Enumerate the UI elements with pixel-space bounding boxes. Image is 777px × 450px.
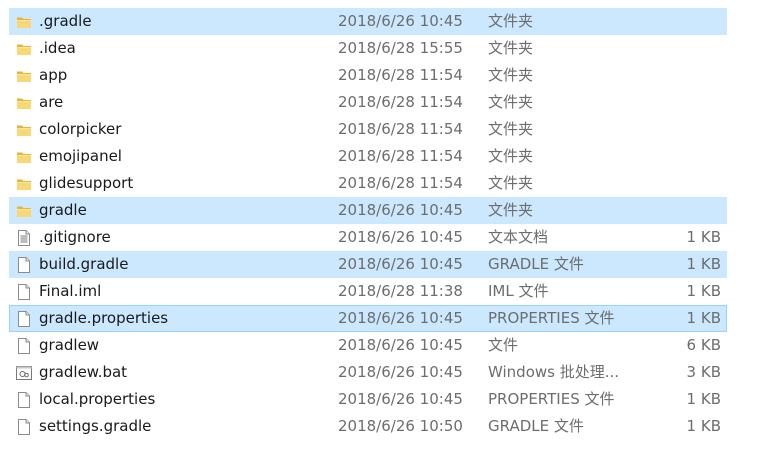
file-type: 文件夹: [488, 93, 534, 111]
file-type: IML 文件: [488, 282, 549, 300]
folder-icon: [16, 95, 32, 111]
file-name: colorpicker: [39, 120, 122, 138]
file-list-row[interactable]: Final.iml 2018/6/28 11:38 IML 文件 1 KB: [9, 278, 727, 305]
folder-icon: [16, 203, 32, 219]
file-icon: [16, 338, 32, 354]
file-list-row[interactable]: .gradle 2018/6/26 10:45 文件夹: [9, 8, 727, 35]
file-name: glidesupport: [39, 174, 134, 192]
file-list-row[interactable]: settings.gradle 2018/6/26 10:50 GRADLE 文…: [9, 413, 727, 440]
folder-icon: [16, 41, 32, 57]
file-date-modified: 2018/6/28 11:54: [338, 93, 463, 111]
file-icon: [16, 311, 32, 327]
file-name: .gradle: [39, 12, 92, 30]
file-date-modified: 2018/6/28 11:54: [338, 66, 463, 84]
file-type: 文件夹: [488, 12, 534, 30]
file-type: 文件夹: [488, 201, 534, 219]
file-type: 文本文档: [488, 228, 549, 246]
file-size: 6 KB: [686, 336, 721, 354]
file-type: 文件夹: [488, 120, 534, 138]
file-type: 文件夹: [488, 66, 534, 84]
folder-icon: [16, 149, 32, 165]
file-date-modified: 2018/6/28 11:54: [338, 147, 463, 165]
file-size: 1 KB: [686, 390, 721, 408]
file-type: Windows 批处理...: [488, 363, 620, 381]
file-date-modified: 2018/6/26 10:45: [338, 255, 463, 273]
file-type: 文件夹: [488, 147, 534, 165]
file-date-modified: 2018/6/26 10:50: [338, 417, 463, 435]
file-date-modified: 2018/6/26 10:45: [338, 363, 463, 381]
file-list-row[interactable]: app 2018/6/28 11:54 文件夹: [9, 62, 727, 89]
file-type: 文件夹: [488, 39, 534, 57]
file-icon: [16, 257, 32, 273]
file-list-row[interactable]: glidesupport 2018/6/28 11:54 文件夹: [9, 170, 727, 197]
file-name: app: [39, 66, 68, 84]
file-icon: [16, 419, 32, 435]
file-icon: [16, 392, 32, 408]
file-name: gradlew: [39, 336, 100, 354]
file-list-row[interactable]: gradle.properties 2018/6/26 10:45 PROPER…: [9, 305, 727, 332]
file-name: emojipanel: [39, 147, 122, 165]
file-icon: [16, 284, 32, 300]
file-size: 3 KB: [686, 363, 721, 381]
batch-file-icon: [16, 365, 32, 381]
file-size: 1 KB: [686, 309, 721, 327]
file-size: 1 KB: [686, 228, 721, 246]
file-list-row[interactable]: gradle 2018/6/26 10:45 文件夹: [9, 197, 727, 224]
file-name: gradle: [39, 201, 87, 219]
file-name: build.gradle: [39, 255, 129, 273]
file-date-modified: 2018/6/28 11:54: [338, 120, 463, 138]
file-size: 1 KB: [686, 417, 721, 435]
file-date-modified: 2018/6/26 10:45: [338, 228, 463, 246]
file-name: are: [39, 93, 64, 111]
file-type: GRADLE 文件: [488, 417, 584, 435]
file-date-modified: 2018/6/26 10:45: [338, 12, 463, 30]
file-list-row[interactable]: gradlew 2018/6/26 10:45 文件 6 KB: [9, 332, 727, 359]
folder-icon: [16, 14, 32, 30]
file-name: gradlew.bat: [39, 363, 128, 381]
file-name: settings.gradle: [39, 417, 152, 435]
file-date-modified: 2018/6/26 10:45: [338, 201, 463, 219]
file-name: local.properties: [39, 390, 156, 408]
file-date-modified: 2018/6/26 10:45: [338, 390, 463, 408]
file-type: 文件夹: [488, 174, 534, 192]
file-date-modified: 2018/6/26 10:45: [338, 336, 463, 354]
file-list-row[interactable]: emojipanel 2018/6/28 11:54 文件夹: [9, 143, 727, 170]
file-type: PROPERTIES 文件: [488, 309, 615, 327]
file-date-modified: 2018/6/26 10:45: [338, 309, 463, 327]
file-size: 1 KB: [686, 255, 721, 273]
file-date-modified: 2018/6/28 11:38: [338, 282, 463, 300]
file-list-row[interactable]: .gitignore 2018/6/26 10:45 文本文档 1 KB: [9, 224, 727, 251]
file-type: GRADLE 文件: [488, 255, 584, 273]
file-size: 1 KB: [686, 282, 721, 300]
file-name: .idea: [39, 39, 76, 57]
file-type: PROPERTIES 文件: [488, 390, 615, 408]
folder-icon: [16, 68, 32, 84]
file-name: .gitignore: [39, 228, 111, 246]
file-list: .gradle 2018/6/26 10:45 文件夹 .idea 2018/6…: [9, 8, 727, 440]
file-name: gradle.properties: [39, 309, 169, 327]
file-list-row[interactable]: .idea 2018/6/28 15:55 文件夹: [9, 35, 727, 62]
file-type: 文件: [488, 336, 519, 354]
file-list-row[interactable]: colorpicker 2018/6/28 11:54 文件夹: [9, 116, 727, 143]
text-document-icon: [16, 230, 32, 246]
file-date-modified: 2018/6/28 11:54: [338, 174, 463, 192]
file-name: Final.iml: [39, 282, 102, 300]
file-list-row[interactable]: build.gradle 2018/6/26 10:45 GRADLE 文件 1…: [9, 251, 727, 278]
file-list-row[interactable]: local.properties 2018/6/26 10:45 PROPERT…: [9, 386, 727, 413]
file-list-row[interactable]: gradlew.bat 2018/6/26 10:45 Windows 批处理.…: [9, 359, 727, 386]
folder-icon: [16, 122, 32, 138]
file-date-modified: 2018/6/28 15:55: [338, 39, 463, 57]
folder-icon: [16, 176, 32, 192]
file-list-row[interactable]: are 2018/6/28 11:54 文件夹: [9, 89, 727, 116]
